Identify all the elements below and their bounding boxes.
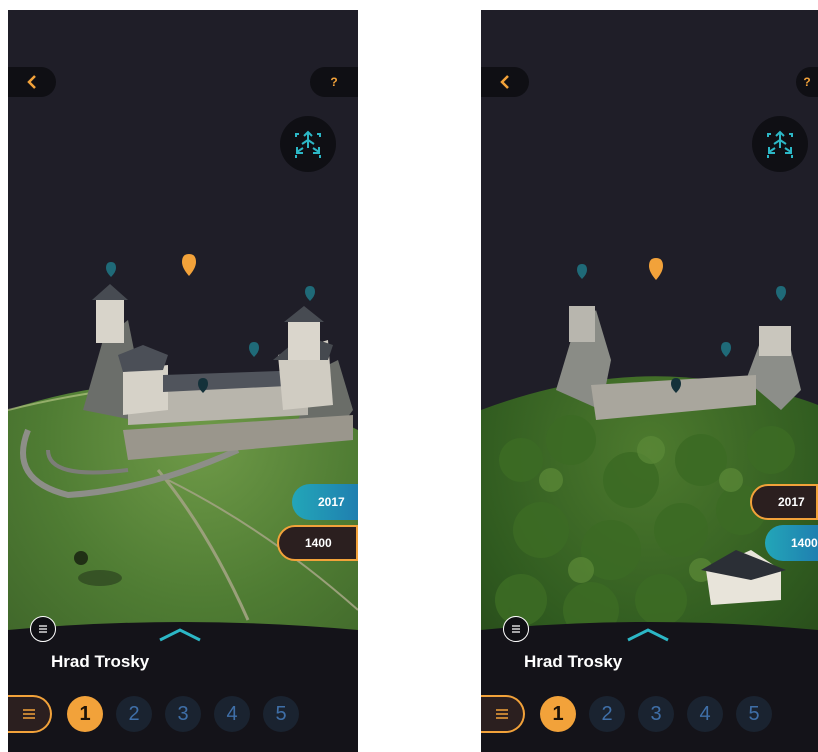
page-5-button[interactable]: 5 <box>736 696 772 732</box>
year-button-1400[interactable]: 1400 <box>277 525 358 561</box>
3d-view-button[interactable] <box>280 116 336 172</box>
3d-view-icon <box>295 130 321 158</box>
page-1-button[interactable]: 1 <box>540 696 576 732</box>
help-button[interactable]: ? <box>310 67 358 97</box>
menu-icon <box>496 709 508 719</box>
layers-button[interactable] <box>30 616 56 642</box>
page-1-button[interactable]: 1 <box>67 696 103 732</box>
page-4-button[interactable]: 4 <box>687 696 723 732</box>
phone-screen-right: ? 2017 1400 Hrad Trosky 1 2 3 4 5 <box>481 10 818 752</box>
page-4-button[interactable]: 4 <box>214 696 250 732</box>
chevron-up-icon[interactable] <box>626 628 670 642</box>
page-5-button[interactable]: 5 <box>263 696 299 732</box>
back-chevron-icon <box>500 75 509 89</box>
bottom-sheet: Hrad Trosky 1 2 3 4 5 <box>8 616 358 752</box>
year-button-1400[interactable]: 1400 <box>765 525 818 561</box>
year-button-2017[interactable]: 2017 <box>750 484 818 520</box>
place-title: Hrad Trosky <box>524 652 623 671</box>
layers-icon <box>512 625 520 633</box>
menu-button[interactable] <box>8 695 52 733</box>
chevron-up-icon[interactable] <box>158 628 202 642</box>
menu-icon <box>23 709 35 719</box>
back-button[interactable] <box>481 67 529 97</box>
bottom-sheet: Hrad Trosky 1 2 3 4 5 <box>481 616 818 752</box>
phone-screen-left: ? 2017 1400 Hrad Trosky 1 2 3 4 5 <box>8 10 358 752</box>
back-chevron-icon <box>27 75 36 89</box>
page-navigation: 1 2 3 4 5 <box>8 692 358 738</box>
page-2-button[interactable]: 2 <box>589 696 625 732</box>
place-title: Hrad Trosky <box>51 652 150 671</box>
year-button-2017[interactable]: 2017 <box>292 484 358 520</box>
layers-button[interactable] <box>503 616 529 642</box>
menu-button[interactable] <box>481 695 525 733</box>
help-icon: ? <box>330 75 338 89</box>
page-3-button[interactable]: 3 <box>638 696 674 732</box>
page-2-button[interactable]: 2 <box>116 696 152 732</box>
back-button[interactable] <box>8 67 56 97</box>
help-button[interactable]: ? <box>796 67 818 97</box>
page-3-button[interactable]: 3 <box>165 696 201 732</box>
layers-icon <box>39 625 47 633</box>
3d-view-button[interactable] <box>752 116 808 172</box>
page-navigation: 1 2 3 4 5 <box>481 692 818 738</box>
help-icon: ? <box>803 75 811 89</box>
3d-view-icon <box>767 130 793 158</box>
